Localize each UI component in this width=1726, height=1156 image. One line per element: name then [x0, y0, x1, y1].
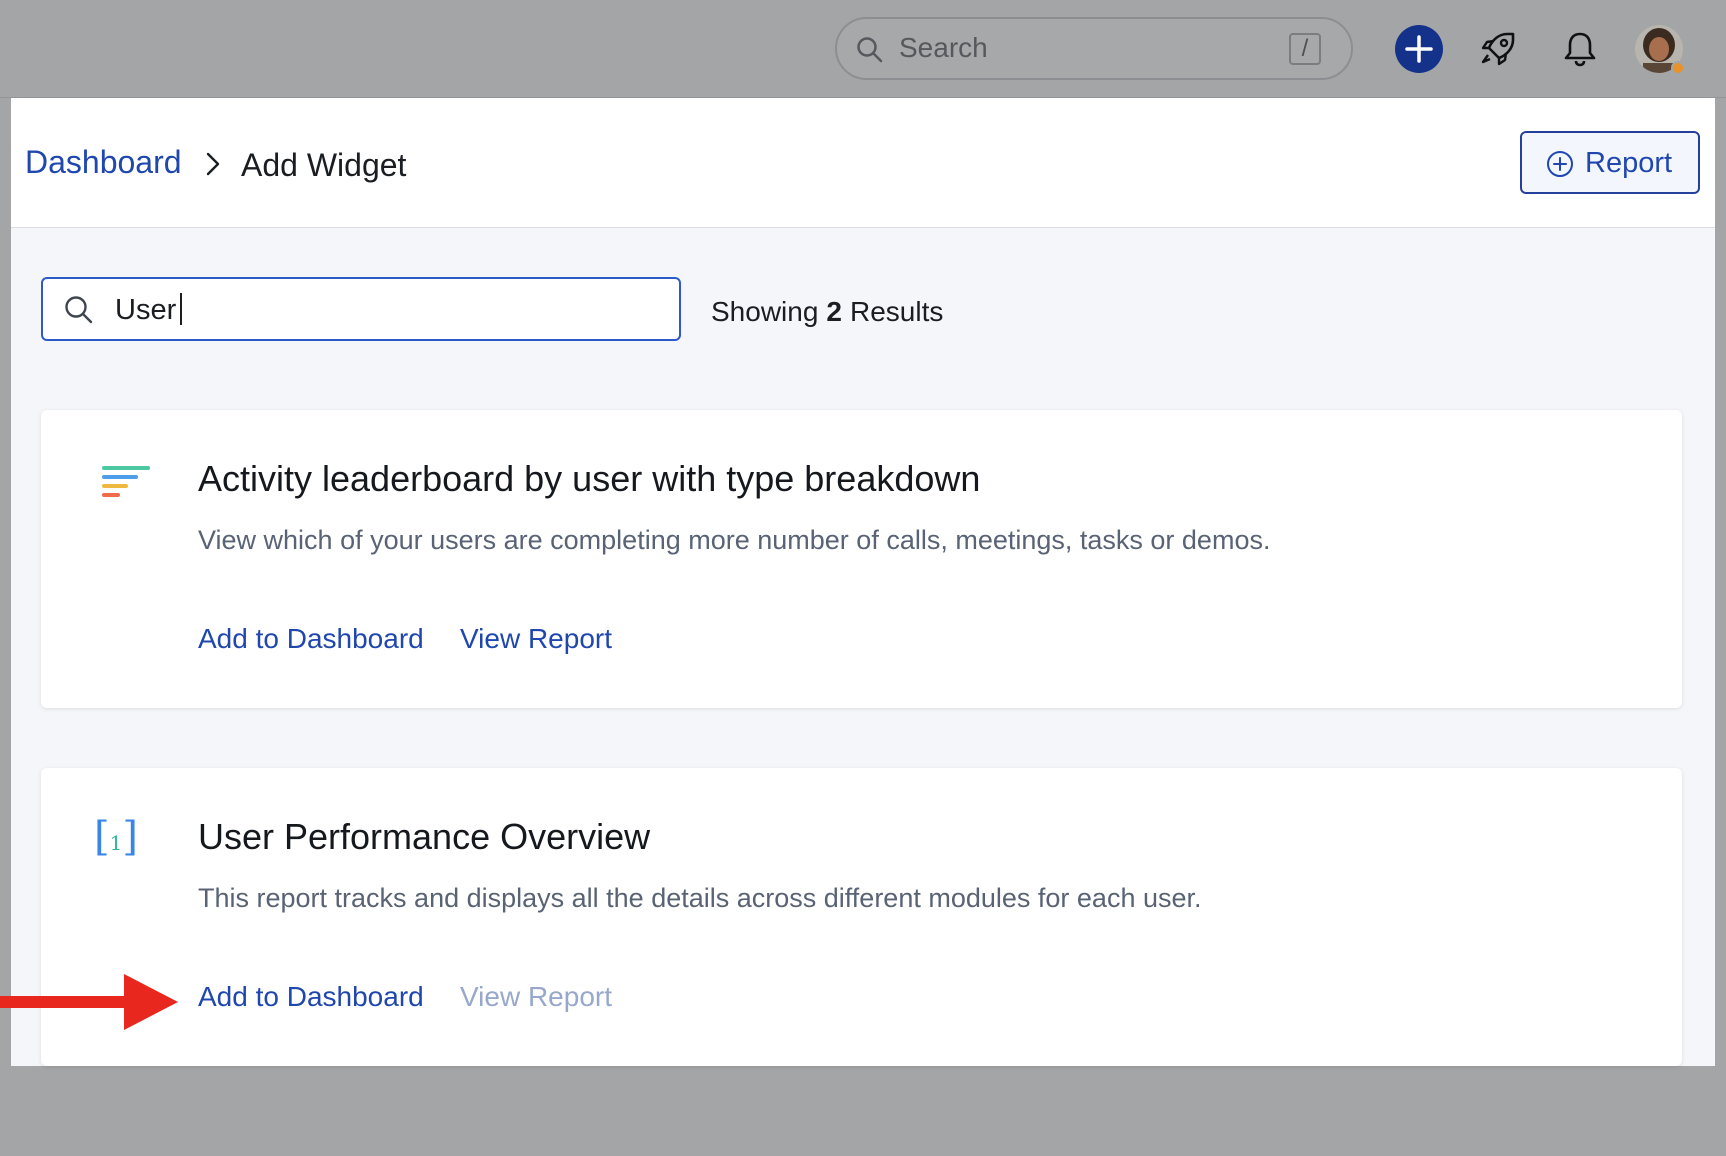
results-suffix: Results	[849, 296, 944, 327]
global-search-placeholder: Search	[899, 32, 988, 63]
view-report-link[interactable]: View Report	[460, 623, 612, 655]
widget-search-value: User	[115, 293, 183, 327]
plus-icon	[1405, 35, 1433, 63]
widget-search-input[interactable]: User	[41, 277, 681, 341]
bell-icon[interactable]	[1559, 28, 1601, 70]
rocket-icon[interactable]	[1477, 28, 1519, 70]
status-dot	[1671, 61, 1685, 75]
widget-description: This report tracks and displays all the …	[198, 883, 1202, 913]
plus-circle-icon	[1547, 151, 1573, 177]
search-shortcut-key: /	[1289, 33, 1321, 65]
widget-library: User Showing 2 Results Activity leaderboar…	[11, 228, 1715, 1066]
page-header: Dashboard Add Widget Report	[11, 98, 1715, 228]
widget-title: Activity leaderboard by user with type b…	[198, 458, 981, 499]
widget-title: User Performance Overview	[198, 816, 651, 857]
search-icon	[857, 37, 883, 63]
add-to-dashboard-link[interactable]: Add to Dashboard	[198, 623, 424, 655]
add-report-button-label: Report	[1585, 147, 1673, 179]
add-to-dashboard-link[interactable]: Add to Dashboard	[198, 981, 424, 1013]
create-new-button[interactable]	[1395, 25, 1443, 73]
chevron-right-icon	[206, 152, 220, 176]
page-title: Add Widget	[241, 147, 407, 183]
text-caret	[180, 293, 183, 326]
widget-card: Activity leaderboard by user with type b…	[41, 410, 1682, 708]
number-bracket-icon: [1]	[94, 814, 138, 860]
global-search-input[interactable]: Search /	[835, 17, 1353, 80]
top-bar: Search /	[0, 0, 1726, 98]
view-report-link[interactable]: View Report	[460, 981, 612, 1013]
widget-description: View which of your users are completing …	[198, 525, 1271, 555]
breadcrumb-dashboard-link[interactable]: Dashboard	[25, 144, 182, 181]
user-avatar[interactable]	[1635, 25, 1685, 75]
bracket-number: 1	[109, 831, 123, 855]
search-icon	[65, 296, 93, 324]
add-report-button[interactable]: Report	[1520, 131, 1700, 194]
results-count: Showing 2 Results	[711, 296, 943, 328]
leaderboard-bars-icon	[102, 466, 150, 497]
annotation-arrow-icon	[0, 974, 178, 1030]
results-number: 2	[826, 296, 842, 327]
widget-card: [1] User Performance Overview This repor…	[41, 768, 1682, 1066]
results-prefix: Showing	[711, 296, 819, 327]
